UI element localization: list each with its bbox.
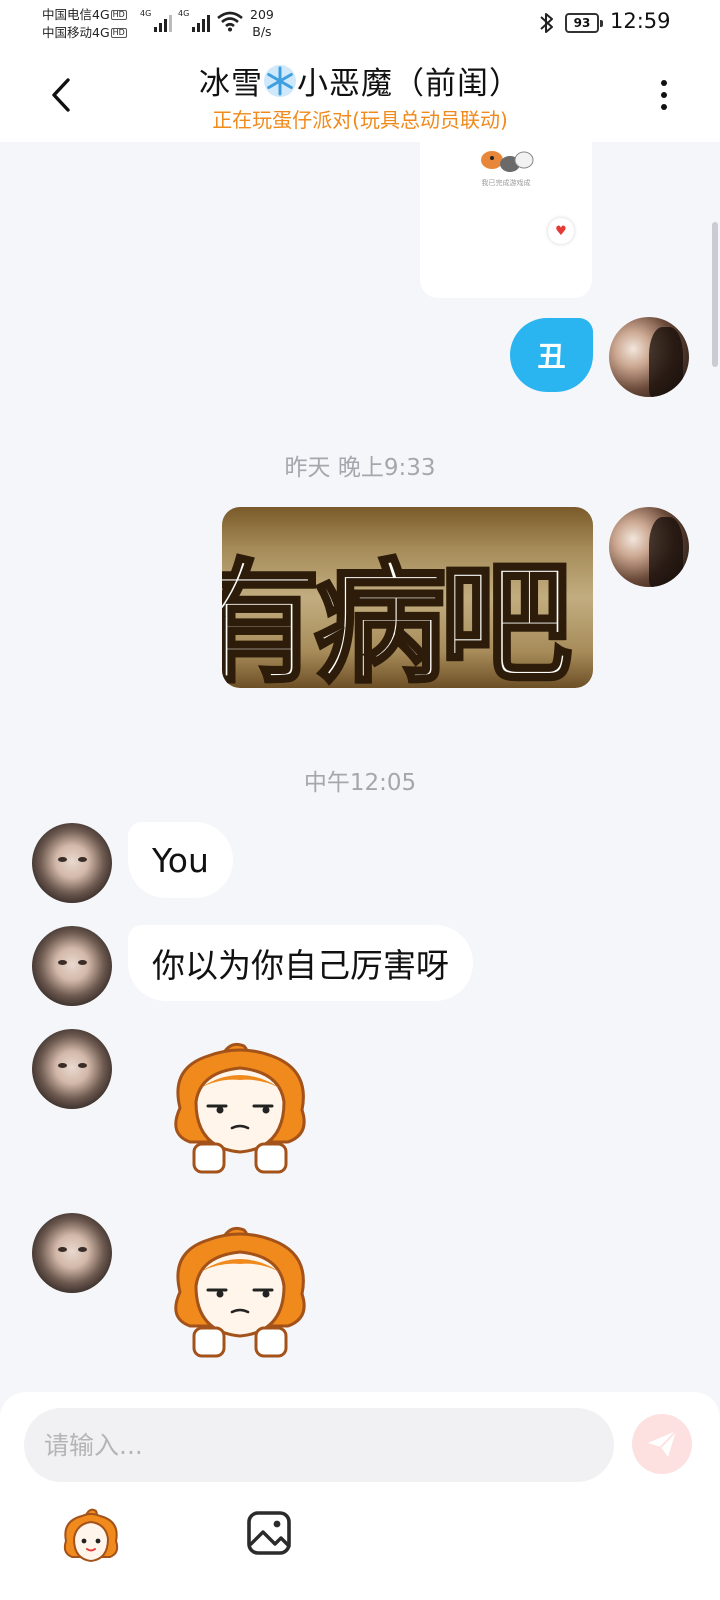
game-art-image [481, 151, 534, 172]
status-time: 12:59 [610, 9, 671, 33]
contact-name: 冰雪 小恶魔（前闺） [0, 58, 720, 103]
bluetooth-icon [540, 13, 553, 33]
sticker-image-message[interactable]: 有病吧 [222, 507, 593, 688]
more-options-button[interactable] [648, 72, 680, 118]
carrier-2: 中国移动4G [42, 25, 110, 40]
game-card-caption: 我已完成游戏成 [481, 179, 531, 187]
net-speed-value: 209 [250, 7, 274, 22]
contact-message-bubble[interactable]: 你以为你自己厉害呀 [128, 925, 473, 1001]
dot [661, 104, 667, 110]
dot [661, 80, 667, 86]
chat-header: 冰雪 小恶魔（前闺） 正在玩蛋仔派对(玩具总动员联动) [0, 48, 720, 142]
contact-message-bubble[interactable]: You [128, 822, 233, 898]
hd-badge: HD [110, 10, 127, 20]
contact-name-part-2: 小恶魔（前闺） [297, 66, 521, 102]
contact-avatar[interactable] [32, 1213, 112, 1293]
network-type: 4G [140, 9, 152, 18]
network-type: 4G [178, 9, 190, 18]
message-input[interactable] [24, 1408, 614, 1482]
eggy-emoji-icon[interactable] [60, 1507, 122, 1565]
contact-avatar[interactable] [32, 1029, 112, 1109]
eggy-sticker-message[interactable] [160, 1038, 320, 1190]
my-avatar[interactable] [609, 507, 689, 587]
image-icon[interactable] [246, 1510, 292, 1556]
signal-2-icon: 4G [178, 9, 211, 32]
chat-scrollbar[interactable] [712, 222, 718, 367]
heart-location-icon[interactable]: ♥ [548, 218, 574, 244]
sticker-text: 有病吧 [222, 545, 574, 688]
input-bar [0, 1392, 720, 1600]
send-button[interactable] [632, 1414, 692, 1474]
my-avatar[interactable] [609, 317, 689, 397]
eggy-sticker-message[interactable] [160, 1222, 320, 1374]
send-icon [648, 1430, 677, 1457]
net-speed-unit: B/s [252, 24, 272, 39]
net-speed: 209 B/s [250, 6, 274, 40]
status-bar: 中国电信4G HD 中国移动4G HD 4G 4G 209 B/s 93 12:59 [0, 0, 720, 48]
shared-game-card[interactable]: 我已完成游戏成 ♥ [420, 142, 592, 298]
carrier-1: 中国电信4G [42, 7, 110, 22]
contact-avatar[interactable] [32, 823, 112, 903]
wifi-icon [217, 11, 243, 32]
timestamp: 昨天 晚上9:33 [284, 455, 436, 481]
chat-messages[interactable]: 我已完成游戏成 ♥ 丑 昨天 晚上9:33 有病吧 中午12:05 You 你以… [0, 0, 720, 1600]
snowflake-icon [264, 65, 296, 97]
contact-avatar[interactable] [32, 926, 112, 1006]
hd-badge: HD [110, 28, 127, 38]
timestamp: 中午12:05 [303, 770, 417, 796]
contact-name-part-1: 冰雪 [199, 66, 263, 102]
carrier-labels: 中国电信4G HD 中国移动4G HD [42, 6, 127, 42]
my-message-bubble[interactable]: 丑 [510, 318, 593, 392]
dot [661, 92, 667, 98]
signal-1-icon: 4G [140, 9, 173, 32]
contact-status: 正在玩蛋仔派对(玩具总动员联动) [212, 108, 508, 132]
battery-indicator: 93 [565, 13, 603, 33]
